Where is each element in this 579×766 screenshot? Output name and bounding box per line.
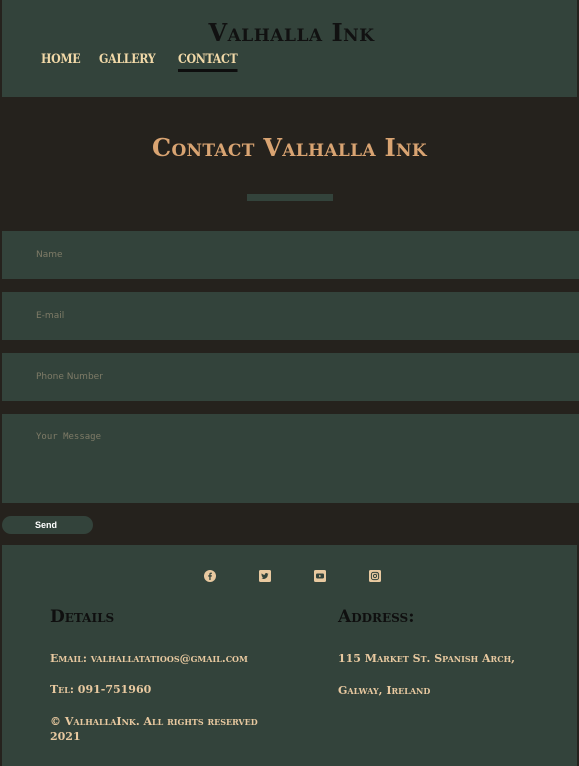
- contact-hero: Contact Valhalla Ink: [0, 97, 579, 231]
- main-nav: HOME GALLERY CONTACT: [41, 52, 247, 72]
- contact-email: Email: valhallatatioos@gmail.com: [50, 652, 248, 665]
- name-input[interactable]: [2, 231, 579, 279]
- site-footer: Details Email: valhallatatioos@gmail.com…: [0, 545, 579, 766]
- social-links: [204, 570, 381, 582]
- nav-home-link[interactable]: HOME: [41, 52, 81, 72]
- site-header: Valhalla Ink HOME GALLERY CONTACT: [0, 0, 579, 97]
- nav-gallery-link[interactable]: GALLERY: [99, 52, 156, 72]
- message-textarea[interactable]: [2, 414, 579, 503]
- phone-input[interactable]: [2, 353, 579, 401]
- nav-contact-link[interactable]: CONTACT: [177, 52, 237, 72]
- address-line-1: 115 Market St. Spanish Arch,: [338, 652, 515, 665]
- email-input[interactable]: [2, 292, 579, 340]
- copyright-text: © ValhallaInk. All rights reserved 2021: [50, 715, 258, 743]
- address-heading: Address:: [338, 607, 415, 627]
- facebook-icon[interactable]: [204, 570, 216, 582]
- title-underline-bar: [247, 194, 333, 201]
- page-title: Contact Valhalla Ink: [152, 133, 427, 162]
- instagram-icon[interactable]: [369, 570, 381, 582]
- youtube-icon[interactable]: [314, 570, 326, 582]
- details-heading: Details: [50, 607, 115, 627]
- send-button[interactable]: Send: [2, 516, 93, 534]
- twitter-icon[interactable]: [259, 570, 271, 582]
- contact-phone: Tel: 091-751960: [50, 683, 152, 696]
- address-line-2: Galway, Ireland: [338, 684, 431, 697]
- site-title: Valhalla Ink: [208, 18, 375, 47]
